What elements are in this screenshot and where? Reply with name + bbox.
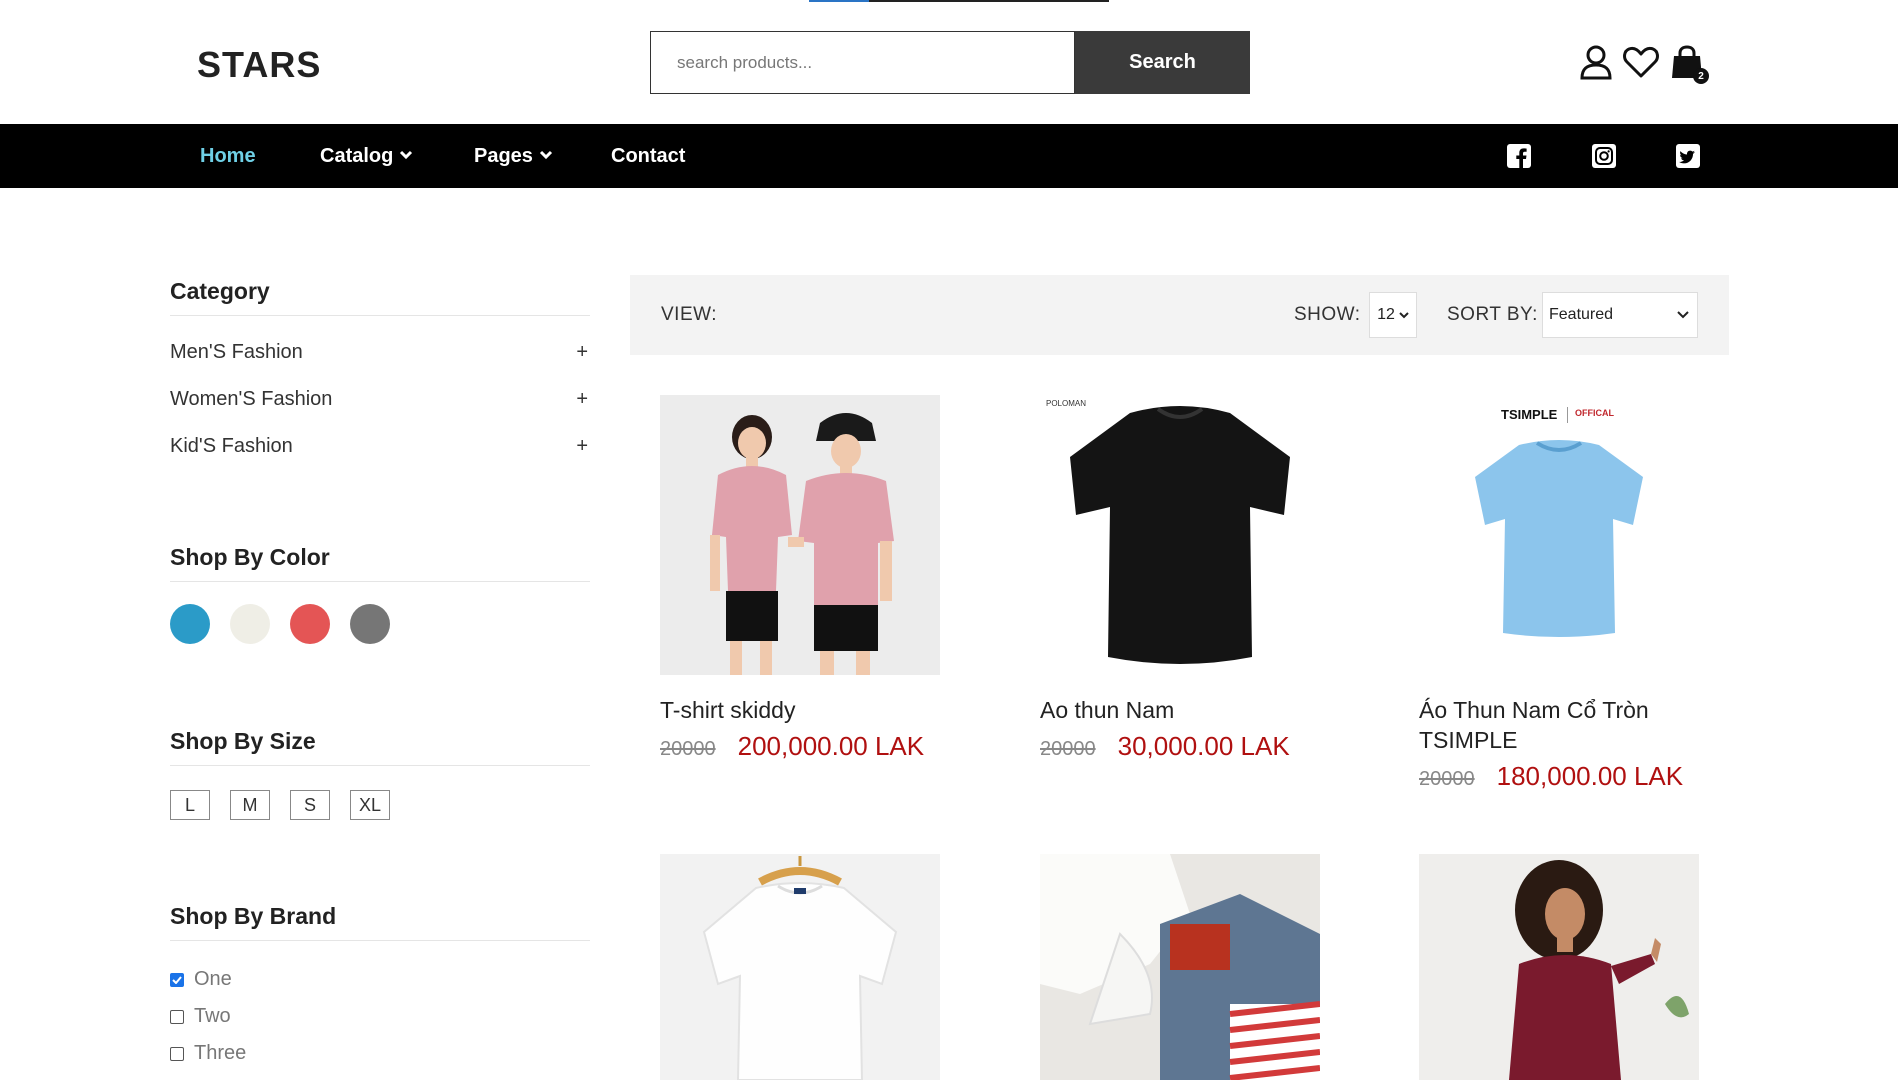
size-option[interactable]: M [230, 790, 270, 820]
nav-home[interactable]: Home [200, 124, 256, 188]
main-nav: Home Catalog Pages Contact [0, 124, 1898, 188]
old-price: 20000 [1419, 768, 1475, 790]
product-name[interactable]: T-shirt skiddy [660, 695, 940, 725]
brand-label: Three [194, 1042, 247, 1064]
brand-logo: TSIMPLE [1501, 407, 1558, 422]
category-label: Kid'S Fashion [170, 435, 293, 457]
price-row: 20000 200,000.00 LAK [660, 731, 940, 762]
brand-option[interactable]: One [170, 968, 232, 991]
cart-count-badge: 2 [1693, 68, 1709, 84]
product-image[interactable] [1040, 854, 1320, 1080]
checkbox[interactable] [170, 972, 184, 987]
product-name[interactable]: Ao thun Nam [1040, 695, 1320, 725]
page: STARS Search 2 Home Catalog Pages Contac… [0, 0, 1898, 1080]
chevron-down-icon [539, 149, 553, 163]
product-name[interactable]: Áo Thun Nam Cổ Tròn TSIMPLE [1419, 695, 1699, 755]
color-swatch-blue[interactable] [170, 604, 210, 644]
chevron-down-icon [1399, 306, 1409, 324]
search-button[interactable]: Search [1075, 31, 1250, 94]
nav-contact[interactable]: Contact [611, 124, 685, 188]
cart-icon[interactable]: 2 [1667, 42, 1709, 84]
color-swatch-red[interactable] [290, 604, 330, 644]
price-row: 20000 30,000.00 LAK [1040, 731, 1320, 762]
size-option[interactable]: XL [350, 790, 390, 820]
nav-contact-label: Contact [611, 144, 686, 167]
product-price: 180,000.00 LAK [1496, 761, 1684, 791]
logo[interactable]: STARS [197, 44, 321, 86]
sort-value: Featured [1549, 306, 1614, 323]
show-label: SHOW: [1294, 304, 1361, 325]
show-select[interactable]: 12 [1369, 292, 1417, 338]
brand-label: One [194, 968, 232, 990]
old-price: 20000 [660, 738, 716, 760]
checkbox[interactable] [170, 1009, 184, 1024]
product-card[interactable]: T-shirt skiddy 20000 200,000.00 LAK [660, 395, 940, 762]
divider [170, 581, 590, 582]
nav-pages[interactable]: Pages [474, 124, 553, 188]
top-loading-bar [809, 0, 1109, 2]
category-item[interactable]: Kid'S Fashion + [170, 435, 590, 458]
category-item[interactable]: Women'S Fashion + [170, 388, 590, 411]
product-price: 30,000.00 LAK [1117, 731, 1290, 761]
divider [170, 765, 590, 766]
instagram-icon[interactable] [1592, 144, 1616, 168]
product-card[interactable] [1040, 854, 1320, 1080]
product-image[interactable]: TSIMPLE OFFICAL [1419, 395, 1699, 675]
view-label: VIEW: [661, 304, 717, 325]
divider [170, 315, 590, 316]
chevron-down-icon [1677, 306, 1689, 324]
search-bar: Search [650, 31, 1250, 94]
plus-icon[interactable]: + [576, 435, 590, 458]
header: STARS Search 2 [0, 0, 1898, 124]
category-title: Category [170, 278, 270, 304]
nav-pages-label: Pages [474, 144, 533, 167]
product-price: 200,000.00 LAK [737, 731, 925, 761]
search-input[interactable] [650, 31, 1075, 94]
size-option[interactable]: L [170, 790, 210, 820]
product-image[interactable] [1419, 854, 1699, 1080]
nav-catalog[interactable]: Catalog [320, 124, 413, 188]
product-card[interactable] [660, 854, 940, 1080]
category-label: Women'S Fashion [170, 388, 333, 410]
color-swatch-cream[interactable] [230, 604, 270, 644]
product-card[interactable]: POLOMAN Ao thun Nam 20000 30,000.00 LAK [1040, 395, 1320, 762]
brand-tag: POLOMAN [1046, 399, 1086, 408]
facebook-icon[interactable] [1507, 144, 1531, 168]
brand-option[interactable]: Two [170, 1005, 231, 1028]
checkbox[interactable] [170, 1046, 184, 1061]
product-card[interactable]: TSIMPLE OFFICAL Áo Thun Nam Cổ Tròn TSIM… [1419, 395, 1699, 792]
plus-icon[interactable]: + [576, 341, 590, 364]
show-value: 12 [1377, 306, 1395, 323]
sort-select[interactable]: Featured [1542, 292, 1698, 338]
account-icon[interactable] [1576, 42, 1616, 82]
wishlist-icon[interactable] [1621, 42, 1661, 82]
color-swatch-gray[interactable] [350, 604, 390, 644]
chevron-down-icon [399, 149, 413, 163]
category-label: Men'S Fashion [170, 341, 303, 363]
old-price: 20000 [1040, 738, 1096, 760]
color-title: Shop By Color [170, 544, 330, 570]
plus-icon[interactable]: + [576, 388, 590, 411]
nav-home-label: Home [200, 144, 256, 167]
product-image[interactable] [660, 854, 940, 1080]
twitter-icon[interactable] [1676, 144, 1700, 168]
brand-option[interactable]: Three [170, 1042, 246, 1065]
brand-title: Shop By Brand [170, 903, 337, 929]
product-toolbar: VIEW: SHOW: 12 SORT BY: Featured [630, 275, 1729, 355]
price-row: 20000 180,000.00 LAK [1419, 761, 1699, 792]
product-card[interactable] [1419, 854, 1699, 1080]
brand-tag: OFFICAL [1575, 408, 1614, 418]
product-image[interactable]: POLOMAN [1040, 395, 1320, 675]
nav-catalog-label: Catalog [320, 144, 394, 167]
category-item[interactable]: Men'S Fashion + [170, 341, 590, 364]
sort-label: SORT BY: [1447, 304, 1538, 325]
size-option[interactable]: S [290, 790, 330, 820]
product-image[interactable] [660, 395, 940, 675]
brand-label: Two [194, 1005, 231, 1027]
size-title: Shop By Size [170, 728, 316, 754]
divider [170, 940, 590, 941]
